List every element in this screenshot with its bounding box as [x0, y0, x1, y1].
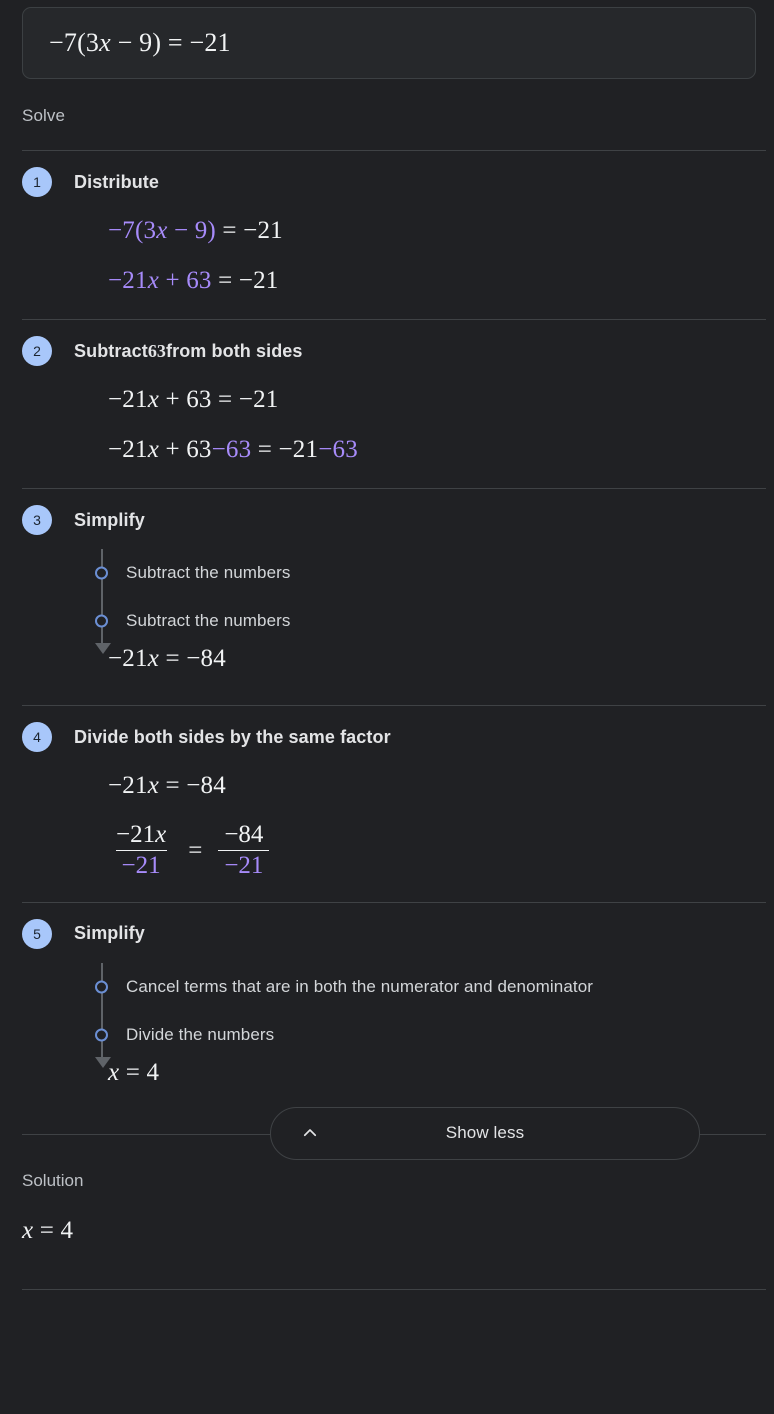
step-1-header: 1 Distribute	[0, 167, 774, 197]
step-3-substep-1-label: Subtract the numbers	[126, 563, 291, 582]
step-5-result: x = 4	[88, 1056, 774, 1087]
step-4-fraction-left: −21x −21	[110, 821, 172, 880]
step-3-badge: 3	[22, 505, 52, 535]
step-5-substep-1[interactable]: Cancel terms that are in both the numera…	[88, 963, 774, 1011]
step-5-substep-2-label: Divide the numbers	[126, 1024, 275, 1044]
step-2-line-2: −21x + 63−63 = −21−63	[108, 436, 358, 463]
step-5-result-equation: x = 4	[108, 1058, 160, 1086]
step-5-badge: 5	[22, 918, 52, 949]
step-4-right-denominator: −21	[218, 850, 270, 879]
step-2-equations: −21x + 63 = −21 −21x + 63−63 = −21−63	[0, 366, 774, 464]
circle-marker-icon	[95, 1028, 108, 1041]
step-5-substeps: Cancel terms that are in both the numera…	[0, 962, 774, 1087]
chevron-up-icon	[301, 1124, 319, 1142]
step-3-result-equation: −21x = −84	[108, 645, 226, 672]
step-3: 3 Simplify Subtract the numbers Subtract…	[0, 489, 774, 673]
step-4-title: Divide both sides by the same factor	[74, 726, 391, 747]
step-2-title-prefix: Subtract	[74, 340, 148, 361]
equation-input-value: −7(3x − 9) = −21	[49, 28, 231, 57]
step-4-equals-sign: =	[188, 836, 203, 864]
step-5-title: Simplify	[74, 923, 145, 943]
step-4-line-1: −21x = −84	[108, 772, 226, 799]
show-less-label: Show less	[445, 1123, 525, 1142]
step-3-header: 3 Simplify	[0, 505, 774, 535]
step-4-left-denominator: −21	[115, 850, 167, 879]
step-4-header: 4 Divide both sides by the same factor	[0, 722, 774, 752]
step-2-title-number: 63	[147, 340, 167, 361]
step-2-line-1: −21x + 63 = −21	[108, 386, 279, 413]
step-3-title: Simplify	[74, 509, 145, 530]
step-2: 2 Subtract 63 from both sides −21x + 63 …	[0, 320, 774, 464]
step-3-substep-1[interactable]: Subtract the numbers	[88, 549, 774, 597]
step-4-right-numerator: −84	[224, 821, 264, 848]
step-5-substep-2[interactable]: Divide the numbers	[88, 1011, 774, 1059]
step-4-fraction-right: −84 −21	[218, 821, 270, 880]
step-4-fraction-equation: −21x −21 = −84 −21	[108, 821, 774, 880]
step-1-equations: −7(3x − 9) = −21 −21x + 63 = −21	[0, 197, 774, 295]
step-1: 1 Distribute −7(3x − 9) = −21 −21x + 63 …	[0, 151, 774, 295]
show-less-button[interactable]: Show less	[270, 1106, 700, 1160]
step-5-substep-1-label: Cancel terms that are in both the numera…	[126, 976, 594, 996]
step-1-badge: 1	[22, 167, 52, 197]
step-2-header: 2 Subtract 63 from both sides	[0, 336, 774, 366]
solution-label: Solution	[22, 1170, 84, 1190]
step-3-substep-2[interactable]: Subtract the numbers	[88, 597, 774, 645]
step-2-badge: 2	[22, 336, 52, 366]
step-1-line-1: −7(3x − 9) = −21	[108, 217, 283, 244]
step-1-line-2: −21x + 63 = −21	[108, 267, 279, 294]
show-less-zone: Show less	[0, 1106, 774, 1163]
circle-marker-icon	[95, 566, 108, 580]
circle-marker-icon	[95, 614, 108, 628]
step-1-title: Distribute	[74, 171, 160, 192]
divider-bottom	[22, 1288, 766, 1290]
step-3-result: −21x = −84	[88, 643, 774, 673]
step-4: 4 Divide both sides by the same factor −…	[0, 706, 774, 880]
step-4-badge: 4	[22, 722, 52, 752]
step-3-substeps: Subtract the numbers Subtract the number…	[0, 549, 774, 673]
equation-input[interactable]: −7(3x − 9) = −21	[22, 7, 756, 79]
step-4-left-numerator: −21x	[116, 821, 167, 848]
circle-marker-icon	[95, 980, 108, 993]
caret-down-icon	[95, 1056, 111, 1068]
solve-label: Solve	[22, 106, 66, 125]
step-5-header: 5 Simplify	[0, 918, 774, 949]
solution-value: x = 4	[22, 1216, 74, 1244]
step-2-title: Subtract 63 from both sides	[74, 341, 303, 362]
step-4-equations: −21x = −84 −21x −21 = −84 −21	[0, 752, 774, 880]
step-2-title-suffix: from both sides	[166, 340, 303, 361]
step-3-substep-2-label: Subtract the numbers	[126, 611, 291, 630]
step-5: 5 Simplify Cancel terms that are in both…	[0, 903, 774, 1087]
caret-down-icon	[95, 643, 111, 654]
